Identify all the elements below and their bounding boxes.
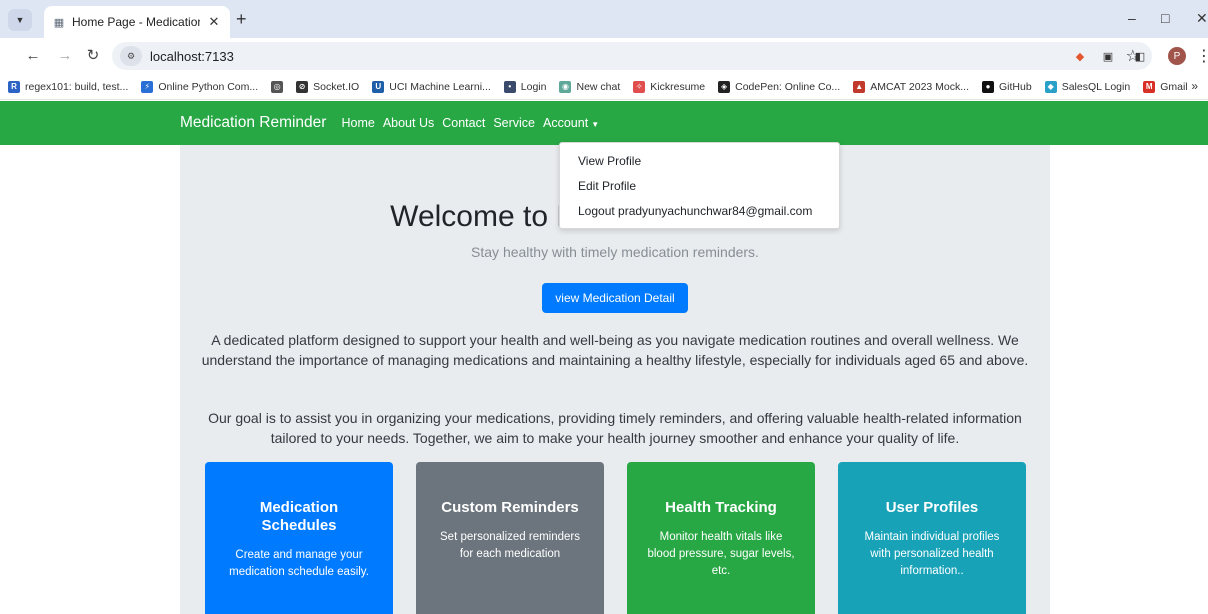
restore-icon[interactable]: □ — [1161, 10, 1169, 26]
bookmark-item[interactable]: ▲ AMCAT 2023 Mock... — [853, 80, 969, 93]
card-title: Health Tracking — [665, 499, 777, 516]
bookmark-favicon-icon: M — [1143, 80, 1156, 93]
bookmark-item[interactable]: Rregex101: build, test... — [8, 80, 129, 93]
bookmark-item[interactable]: ◆ SalesQL Login — [1044, 80, 1131, 93]
account-dropdown-menu: View Profile Edit Profile Logout pradyun… — [559, 142, 840, 229]
bookmark-item[interactable]: ◎ — [271, 80, 284, 93]
bookmark-favicon-icon: U — [372, 80, 385, 93]
new-tab-plus-icon[interactable]: + — [236, 10, 247, 28]
bookmark-favicon-icon: ✧ — [633, 80, 646, 93]
bookmark-favicon-icon: ◆ — [1044, 80, 1057, 93]
bookmark-item[interactable]: ⚡ Online Python Com... — [141, 80, 259, 93]
bookmark-item[interactable]: U UCI Machine Learni... — [372, 80, 491, 93]
forward-arrow-icon[interactable]: → — [56, 47, 74, 65]
card-title: Medication Schedules — [259, 499, 339, 534]
side-panel-icon[interactable]: ◧ — [1132, 48, 1148, 64]
feature-card-custom-reminders: Custom Reminders Set personalized remind… — [416, 462, 604, 614]
account-label: Account — [543, 116, 589, 130]
feature-card-user-profiles: User Profiles Maintain individual profil… — [838, 462, 1026, 614]
feature-card-medication-schedules: Medication Schedules Create and manage y… — [205, 462, 393, 614]
bookmark-favicon-icon: • — [503, 80, 516, 93]
browser-toolbar: ← → ↻ ⚙ localhost:7133 ☆ — [0, 38, 1208, 74]
bookmark-item[interactable]: ⊘ Socket.IO — [296, 80, 360, 93]
bookmark-favicon-icon: ◈ — [718, 80, 731, 93]
nav-link-account[interactable]: Account ▼ — [543, 116, 599, 130]
bookmarks-bar: Rregex101: build, test... ⚡ Online Python … — [0, 74, 1208, 100]
bookmark-label: SalesQL Login — [1061, 80, 1131, 93]
window-close-icon[interactable]: ✕ — [1196, 10, 1208, 27]
view-medication-detail-button[interactable]: view Medication Detail — [542, 283, 688, 313]
url-text[interactable]: localhost:7133 — [150, 49, 234, 64]
profile-avatar[interactable]: P — [1168, 47, 1186, 65]
bookmark-favicon-icon: R — [8, 80, 20, 93]
bookmark-label: Login — [520, 80, 547, 93]
goal-paragraph: Our goal is to assist you in organizing … — [208, 410, 1022, 446]
bookmark-favicon-icon: ◎ — [271, 80, 284, 93]
card-text: Create and manage your medication schedu… — [229, 549, 369, 578]
card-text: Set personalized reminders for each medi… — [440, 531, 580, 560]
browser-tab-active[interactable]: ▦ Home Page - MedicationRemin ✕ — [44, 6, 230, 38]
minimize-icon[interactable]: – — [1128, 10, 1136, 26]
bookmark-favicon-icon: ⊘ — [296, 80, 309, 93]
tab-title: Home Page - MedicationRemin — [72, 15, 200, 29]
bookmark-label: Socket.IO — [313, 80, 360, 93]
bookmark-favicon-icon: ◉ — [559, 80, 572, 93]
nav-link-contact[interactable]: Contact — [442, 116, 485, 130]
intro-paragraph: A dedicated platform designed to support… — [201, 332, 1029, 368]
bookmark-item[interactable]: M Gmail — [1143, 80, 1188, 93]
menu-item-edit-profile[interactable]: Edit Profile — [560, 177, 839, 202]
nav-link-about[interactable]: About Us — [383, 116, 434, 130]
tab-close-icon[interactable]: ✕ — [206, 14, 222, 30]
back-arrow-icon[interactable]: ← — [24, 47, 42, 65]
bookmark-label: CodePen: Online Co... — [735, 80, 841, 93]
bookmark-item[interactable]: • Login — [503, 80, 547, 93]
caret-down-icon: ▼ — [591, 120, 600, 129]
bookmark-favicon-icon: ⚡ — [141, 80, 154, 93]
nav-link-home[interactable]: Home — [341, 116, 374, 130]
bookmark-favicon-icon: ● — [982, 80, 994, 93]
site-info-icon[interactable]: ⚙ — [120, 46, 142, 66]
bookmark-favicon-icon: ▲ — [853, 80, 866, 93]
feature-card-health-tracking: Health Tracking Monitor health vitals li… — [627, 462, 815, 614]
extensions-puzzle-icon[interactable]: ▣ — [1100, 48, 1116, 64]
bookmark-label: Online Python Com... — [158, 80, 259, 93]
app-navbar: Medication Reminder Home About Us Contac… — [0, 101, 1208, 145]
browser-tab-strip: ▼ ▦ Home Page - MedicationRemin ✕ + – □ … — [0, 0, 1208, 38]
bookmark-label: Gmail — [1160, 80, 1188, 93]
menu-item-view-profile[interactable]: View Profile — [560, 152, 839, 177]
card-text: Monitor health vitals like blood pressur… — [647, 531, 795, 577]
bookmark-item[interactable]: ● GitHub — [982, 80, 1032, 93]
bookmarks-overflow-icon[interactable]: » — [1191, 79, 1198, 93]
bookmark-label: New chat — [576, 80, 621, 93]
address-bar[interactable]: ⚙ localhost:7133 ☆ — [112, 42, 1152, 70]
reload-icon[interactable]: ↻ — [84, 47, 102, 65]
card-title: Custom Reminders — [441, 499, 579, 516]
bookmark-label: Kickresume — [650, 80, 706, 93]
bookmark-label: regex101: build, test... — [25, 80, 129, 93]
page-favicon-icon: ▦ — [53, 16, 65, 29]
menu-item-logout[interactable]: Logout pradyunyachunchwar84@gmail.com — [560, 202, 839, 227]
card-text: Maintain individual profiles with person… — [864, 531, 1000, 577]
card-title: User Profiles — [885, 499, 979, 516]
bookmark-label: UCI Machine Learni... — [389, 80, 491, 93]
page-subtitle: Stay healthy with timely medication remi… — [471, 244, 759, 260]
bookmark-item[interactable]: ✧ Kickresume — [633, 80, 706, 93]
navbar-brand[interactable]: Medication Reminder — [180, 114, 326, 132]
browser-menu-icon[interactable]: ⋮ — [1196, 46, 1208, 66]
bookmark-label: GitHub — [999, 80, 1032, 93]
extension-icon[interactable]: ◆ — [1072, 48, 1088, 64]
nav-link-service[interactable]: Service — [493, 116, 535, 130]
bookmark-item[interactable]: ◉ New chat — [559, 80, 621, 93]
bookmark-item[interactable]: ◈ CodePen: Online Co... — [718, 80, 841, 93]
bookmark-label: AMCAT 2023 Mock... — [870, 80, 969, 93]
tab-search-chevron-icon[interactable]: ▼ — [8, 9, 32, 31]
